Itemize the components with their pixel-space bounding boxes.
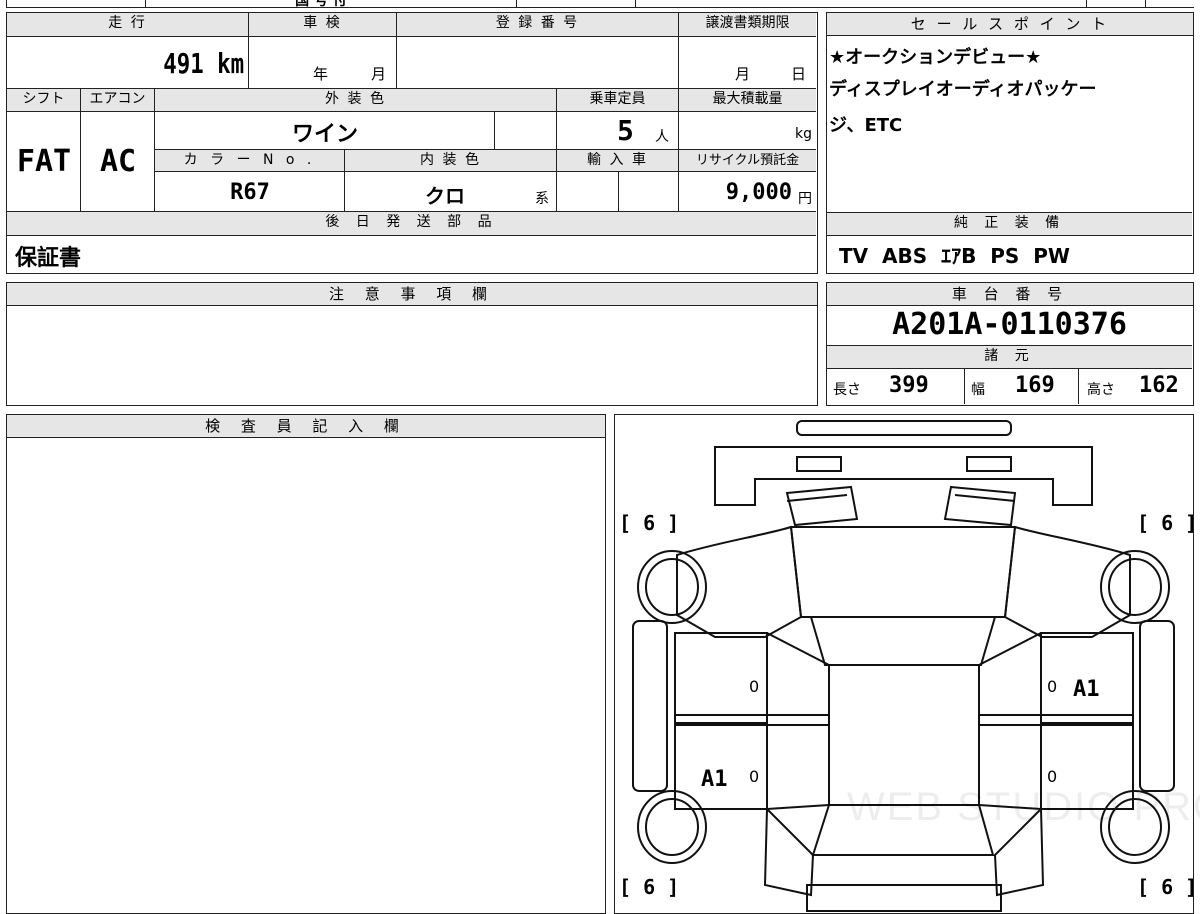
color-no-value: R67 <box>155 172 345 212</box>
recycle-value: 9,000 円 <box>679 172 816 212</box>
spec-length-value: 399 <box>889 373 929 398</box>
aircon-label: エアコン <box>81 89 155 112</box>
tire-tread-rear-left: [ 6 ] <box>619 875 680 899</box>
shaken-month: 月 <box>371 65 387 83</box>
sales-points-line3: ジ、ETC <box>829 115 903 136</box>
shift-value: FAT <box>7 112 81 212</box>
recycle-amount: 9,000 <box>725 180 792 205</box>
mileage-value: 491 km <box>7 37 249 89</box>
deadline-month: 月 <box>735 65 751 83</box>
aircon-value-text: AC <box>99 144 137 179</box>
mileage-value-text: 491 km <box>163 47 244 80</box>
capacity-label: 乗車定員 <box>557 89 679 112</box>
door-mark: 0 <box>1047 677 1058 696</box>
spec-height-value: 162 <box>1139 373 1179 398</box>
shift-value-text: FAT <box>16 144 72 179</box>
spec-height: 高さ 162 <box>1079 369 1192 404</box>
spec-length: 長さ 399 <box>827 369 965 404</box>
door-mark: 0 <box>749 677 760 696</box>
sales-points-label: セ ー ル ス ポ イ ン ト <box>827 13 1193 36</box>
car-damage-diagram <box>632 420 1175 912</box>
interior-color-value: クロ 系 <box>345 172 557 212</box>
import-label: 輸 入 車 <box>557 150 679 172</box>
specs-label: 諸 元 <box>827 345 1192 369</box>
deadline-day: 日 <box>791 65 807 83</box>
tire-tread-front-right: [ 6 ] <box>1137 511 1198 535</box>
import-value-b <box>619 172 679 212</box>
max-load-unit: kg <box>795 126 812 142</box>
interior-color-text: クロ <box>425 184 465 208</box>
spec-length-label: 長さ <box>833 382 861 398</box>
spec-width: 幅 169 <box>965 369 1079 404</box>
chassis-number-value: A201A-0110376 <box>892 307 1127 342</box>
shaken-year: 年 <box>313 65 329 83</box>
notes-label: 注 意 事 項 欄 <box>7 283 817 306</box>
vehicle-info-table: 走 行 車 検 登 録 番 号 譲渡書類期限 491 km 年 月 月 日 シフ… <box>6 12 818 274</box>
damage-code-right-front: A1 <box>1073 677 1100 702</box>
top-strip: 国 号 付 <box>6 0 1194 8</box>
recycle-unit: 円 <box>798 191 812 207</box>
genuine-equipment-label: 純 正 装 備 <box>827 212 1192 236</box>
shift-label: シフト <box>7 89 81 112</box>
transfer-deadline-label: 譲渡書類期限 <box>679 13 816 37</box>
color-no-text: R67 <box>230 180 270 205</box>
spec-width-value: 169 <box>1015 373 1055 398</box>
shaken-label: 車 検 <box>249 13 397 37</box>
recycle-label: リサイクル預託金 <box>679 150 816 172</box>
shaken-value: 年 月 <box>249 37 397 89</box>
import-value-a <box>557 172 619 212</box>
sales-points-panel: セ ー ル ス ポ イ ン ト ★オークションデビュー★ ディスプレイオーディオ… <box>826 12 1194 274</box>
inspector-label: 検 査 員 記 入 欄 <box>7 415 605 438</box>
aircon-value: AC <box>81 112 155 212</box>
inspector-panel: 検 査 員 記 入 欄 <box>6 414 606 914</box>
interior-color-label: 内 装 色 <box>345 150 557 172</box>
color-no-label: カ ラ ー N o . <box>155 150 345 172</box>
mileage-label: 走 行 <box>7 13 249 37</box>
transfer-deadline-value: 月 日 <box>679 37 816 89</box>
interior-color-suffix: 系 <box>535 191 549 207</box>
notes-panel: 注 意 事 項 欄 <box>6 282 818 406</box>
chassis-number-label: 車 台 番 号 <box>827 283 1193 306</box>
sales-points-line1: ★オークションデビュー★ <box>829 47 1042 68</box>
chassis-panel: 車 台 番 号 A201A-0110376 諸 元 長さ 399 幅 169 高… <box>826 282 1194 406</box>
car-diagram-panel: [ 6 ] [ 6 ] [ 6 ] [ 6 ] 0 0 0 0 A1 A1 WE… <box>614 414 1200 914</box>
genuine-equipment-value: TV ABS ｴｱB PS PW <box>839 244 1070 268</box>
exterior-color-value: ワイン <box>155 112 495 150</box>
tire-tread-rear-right: [ 6 ] <box>1137 875 1198 899</box>
reg-number-value <box>397 37 679 89</box>
spec-width-label: 幅 <box>971 382 985 398</box>
later-parts-value: 保証書 <box>15 246 82 271</box>
exterior-color-label: 外 装 色 <box>155 89 557 112</box>
door-mark: 0 <box>1047 767 1058 786</box>
max-load-value: kg <box>679 112 816 150</box>
tire-tread-front-left: [ 6 ] <box>619 511 680 535</box>
spec-height-label: 高さ <box>1087 382 1115 398</box>
door-mark: 0 <box>749 767 760 786</box>
damage-code-left-rear: A1 <box>701 767 728 792</box>
max-load-label: 最大積載量 <box>679 89 816 112</box>
top-strip-text: 国 号 付 <box>295 0 347 8</box>
capacity-unit: 人 <box>655 129 669 145</box>
capacity-number: 5 <box>617 114 634 147</box>
exterior-color-text: ワイン <box>291 122 358 147</box>
exterior-color-extra <box>495 112 557 150</box>
sales-points-line2: ディスプレイオーディオパッケー <box>829 79 1097 100</box>
watermark: WEB STUDIO PRO <box>847 785 1200 829</box>
reg-number-label: 登 録 番 号 <box>397 13 679 37</box>
capacity-value: 5 人 <box>557 112 679 150</box>
later-parts-label: 後 日 発 送 部 品 <box>7 212 816 236</box>
